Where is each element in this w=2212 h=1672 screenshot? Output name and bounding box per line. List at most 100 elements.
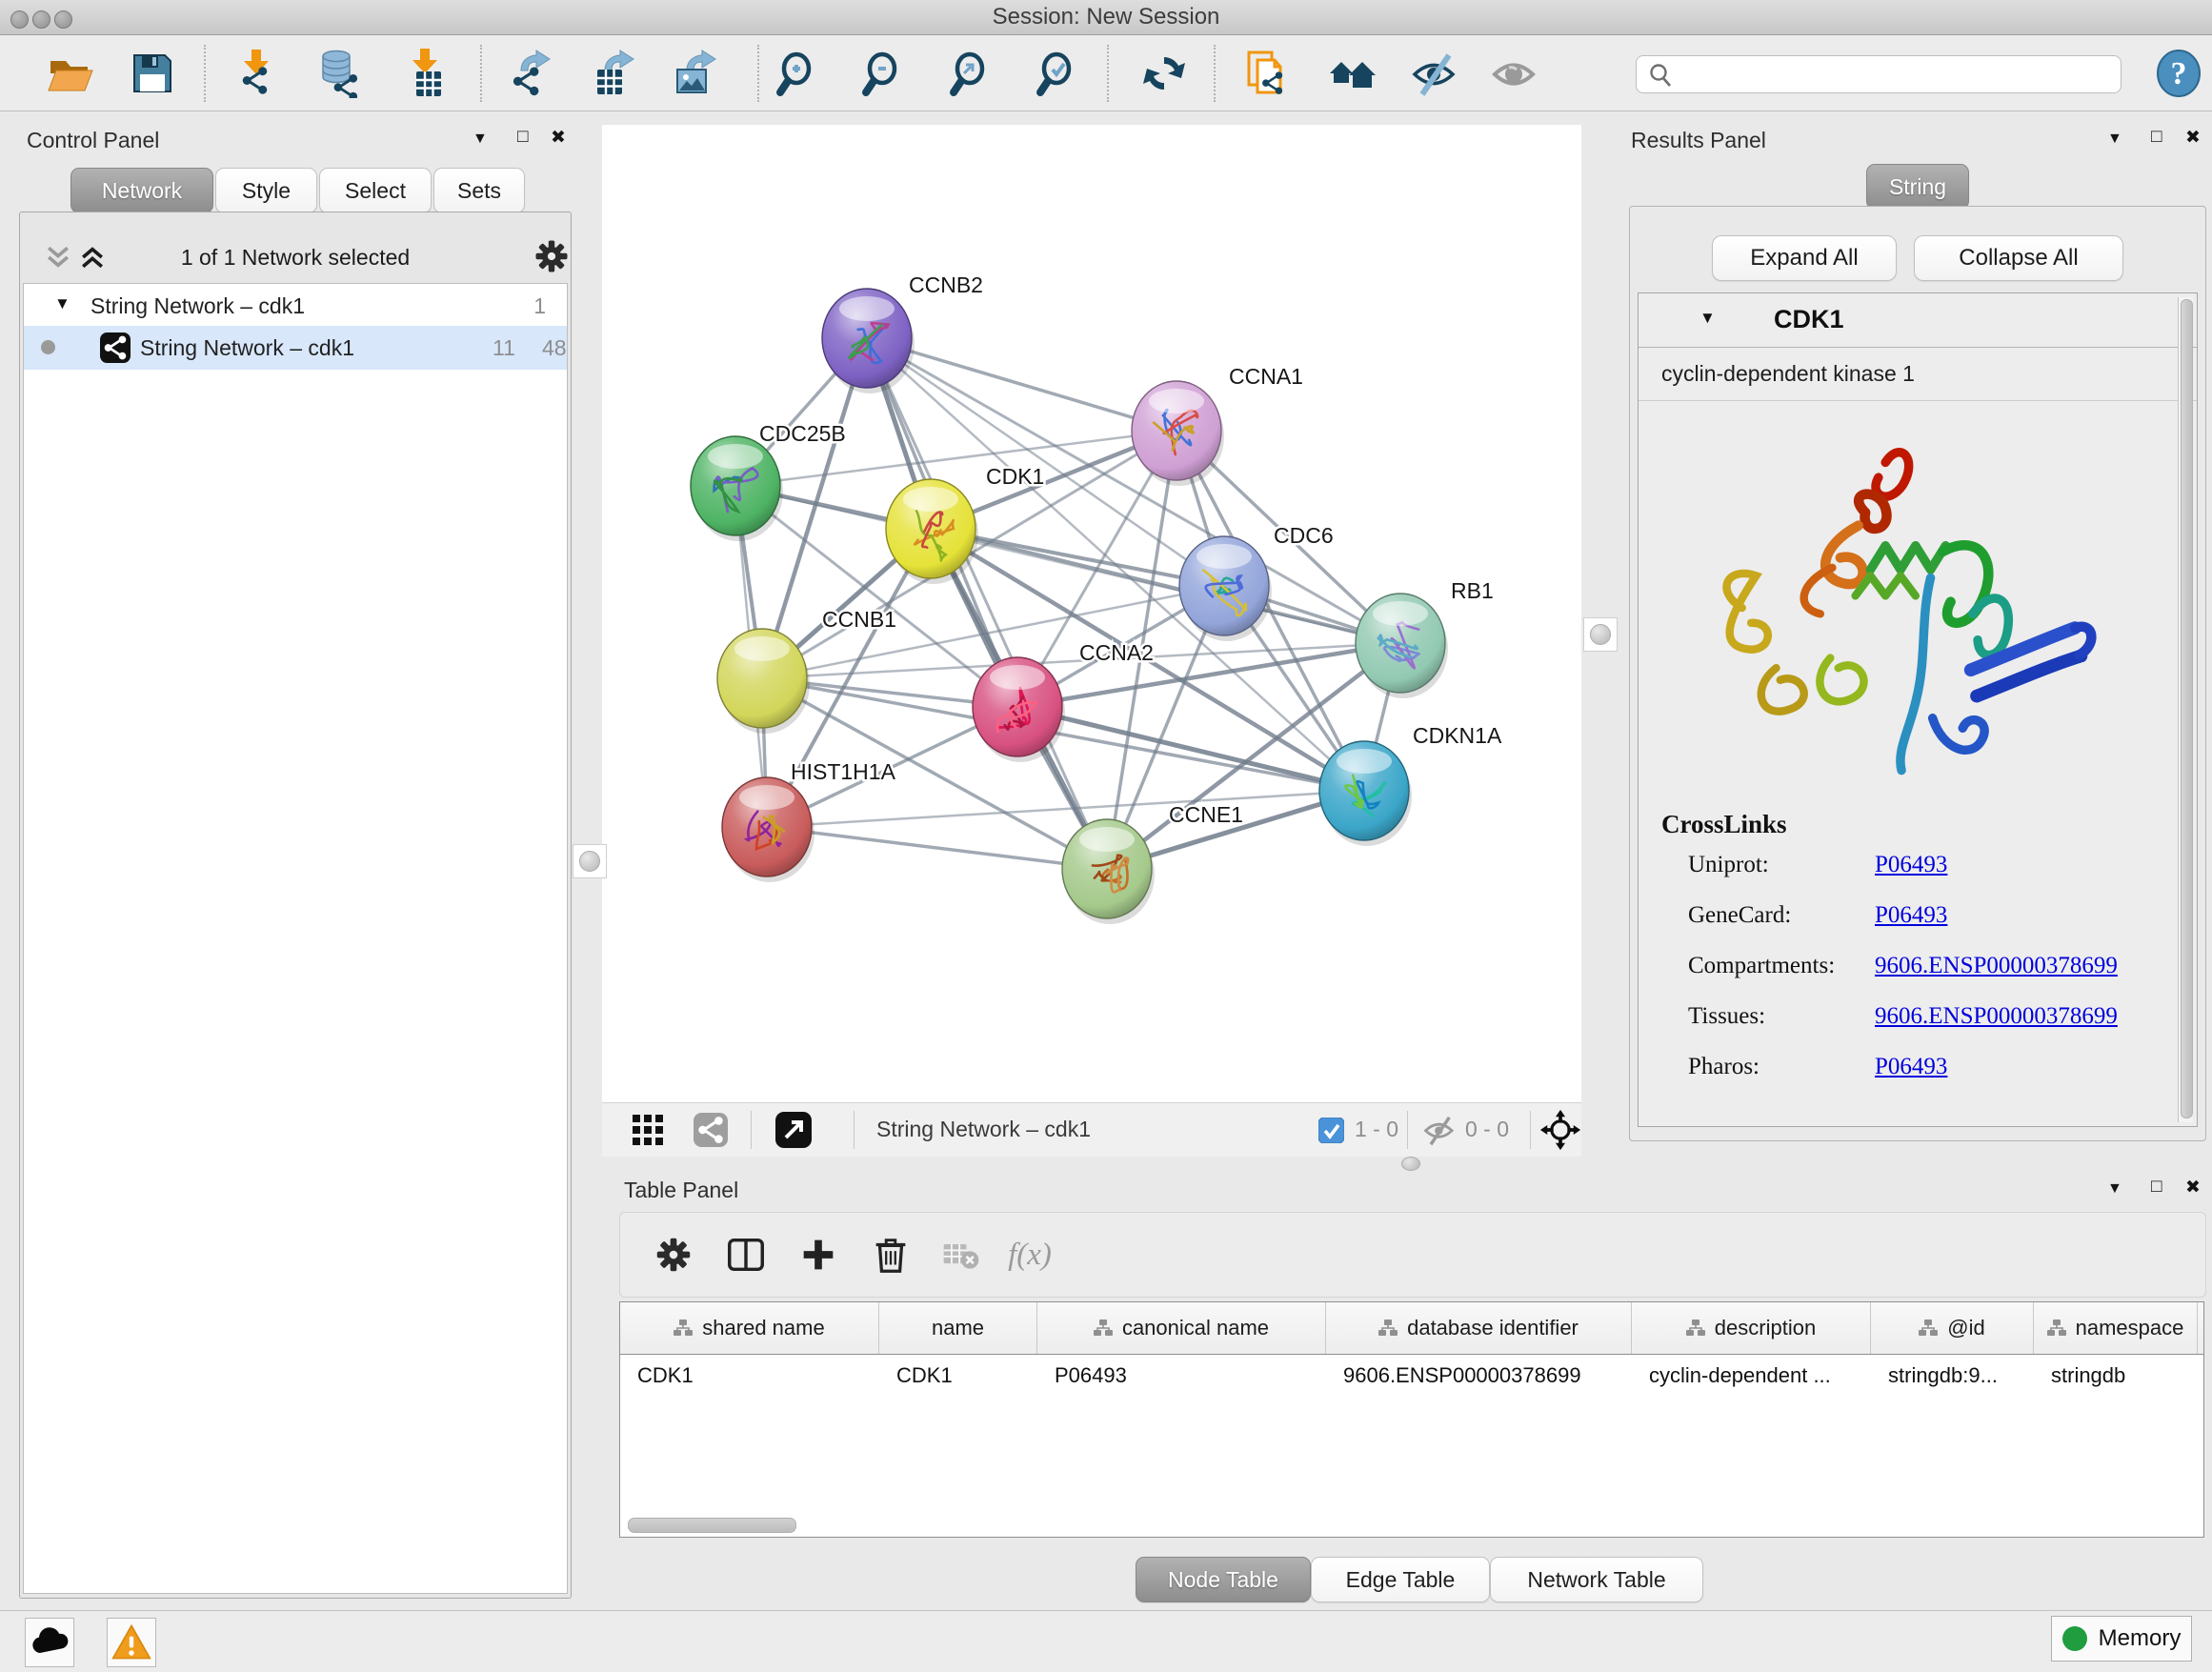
column-header-namespace[interactable]: namespace [2034,1302,2198,1354]
tab-edge-table[interactable]: Edge Table [1311,1557,1490,1602]
export-network-button[interactable] [503,46,558,101]
memory-button[interactable]: Memory [2051,1616,2192,1662]
tab-select[interactable]: Select [319,168,432,213]
zoom-out-button[interactable] [854,46,909,101]
copy-style-button[interactable] [1239,46,1295,101]
table-options-button[interactable] [649,1230,698,1279]
table-panel-menu-icon[interactable]: ▼ [2107,1181,2122,1197]
delete-table-button[interactable] [936,1230,986,1279]
table-cell[interactable]: stringdb [2034,1355,2198,1397]
table-horizontal-scrollbar[interactable] [628,1518,796,1533]
column-header-database-identifier[interactable]: database identifier [1326,1302,1632,1354]
tab-node-table[interactable]: Node Table [1136,1557,1311,1602]
network-view-icon[interactable] [694,1113,728,1147]
collapse-all-button[interactable]: Collapse All [1914,235,2123,281]
tree-expand-arrow-icon[interactable]: ▼ [54,294,70,313]
table-cell[interactable]: P06493 [1037,1355,1326,1397]
table-cell[interactable]: CDK1 [879,1355,1037,1397]
network-row-selected[interactable]: String Network – cdk1 11 48 [24,326,567,370]
main-toolbar: ? [0,35,2212,111]
table-panel-close-icon[interactable]: ✖ [2185,1178,2201,1197]
column-label: database identifier [1407,1316,1579,1340]
horizontal-splitter-handle[interactable] [1401,1157,1420,1171]
crosslink-link[interactable]: 9606.ENSP00000378699 [1875,953,2118,979]
network-options-gear-icon[interactable] [531,235,573,277]
results-scrollbar[interactable] [2178,297,2193,1122]
graph-node-ccnb1[interactable]: CCNB1 [717,607,896,734]
tab-style[interactable]: Style [215,168,317,213]
import-table-from-file-button[interactable] [397,46,452,101]
crosslink-link[interactable]: P06493 [1875,1054,1947,1080]
graph-node-cdkn1a[interactable]: CDKN1A [1319,723,1502,846]
crosslink-link[interactable]: P06493 [1875,852,1947,878]
column-header--id[interactable]: @id [1871,1302,2034,1354]
network-collection-label: String Network – cdk1 [90,293,305,319]
table-cell[interactable]: stringdb:9... [1871,1355,2034,1397]
tab-sets[interactable]: Sets [433,168,525,213]
zoom-selected-button[interactable] [1028,46,1083,101]
selected-checkbox-icon[interactable] [1318,1118,1344,1143]
minimize-window-button[interactable] [32,10,50,29]
fit-crosshair-icon[interactable] [1539,1109,1581,1151]
graph-node-ccnb2[interactable]: CCNB2 [822,272,983,393]
detach-view-icon[interactable] [775,1112,812,1148]
column-header-shared-name[interactable]: shared name [620,1302,879,1354]
network-collection-count: 1 [533,293,546,319]
graph-node-ccne1[interactable]: CCNE1 [1062,802,1243,924]
tab-string[interactable]: String [1866,164,1969,210]
export-image-button[interactable] [667,46,722,101]
zoom-window-button[interactable] [54,10,72,29]
cloud-button[interactable] [25,1618,74,1667]
import-network-from-file-button[interactable] [229,46,284,101]
collapse-entry-arrow-icon[interactable]: ▼ [1699,309,1716,328]
search-input[interactable] [1680,59,2115,90]
refresh-view-button[interactable] [1136,46,1192,101]
export-table-button[interactable] [585,46,640,101]
network-canvas[interactable]: CCNB2CCNA1CDC25BCDK1CDC6RB1CCNB1CCNA2CDK… [602,125,1581,1102]
results-scrollbar-thumb[interactable] [2181,299,2193,1118]
show-all-button[interactable] [1325,46,1380,101]
control-panel-menu-icon[interactable]: ▼ [473,131,488,147]
apply-function-button[interactable]: f(x) [1005,1230,1055,1279]
open-file-button[interactable] [43,46,98,101]
results-panel-close-icon[interactable]: ✖ [2185,129,2201,147]
delete-columns-button[interactable] [866,1230,915,1279]
table-row[interactable]: CDK1CDK1P064939606.ENSP00000378699cyclin… [620,1355,2203,1397]
column-header-name[interactable]: name [879,1302,1037,1354]
tab-network[interactable]: Network [70,168,213,213]
results-panel-menu-icon[interactable]: ▼ [2107,131,2122,147]
help-button[interactable]: ? [2151,46,2206,101]
show-hidden-button[interactable] [1487,46,1542,101]
close-window-button[interactable] [10,10,29,29]
create-column-button[interactable] [794,1230,843,1279]
graph-node-cdc6[interactable]: CDC6 [1179,523,1334,641]
results-panel-float-icon[interactable]: □ [2151,128,2162,146]
hidden-eye-icon[interactable] [1419,1113,1459,1147]
warning-button[interactable] [107,1618,156,1667]
gene-entry-header[interactable]: ▼ CDK1 [1639,293,2197,348]
crosslink-link[interactable]: P06493 [1875,902,1947,929]
crosslink-link[interactable]: 9606.ENSP00000378699 [1875,1003,2118,1030]
control-panel-float-icon[interactable]: □ [517,128,528,146]
table-panel-float-icon[interactable]: □ [2151,1178,2162,1196]
tab-network-table[interactable]: Network Table [1490,1557,1703,1602]
table-cell[interactable]: 9606.ENSP00000378699 [1326,1355,1632,1397]
graph-node-rb1[interactable]: RB1 [1356,578,1494,698]
column-header-description[interactable]: description [1632,1302,1871,1354]
control-panel-close-icon[interactable]: ✖ [551,129,566,147]
table-cell[interactable]: cyclin-dependent ... [1632,1355,1871,1397]
table-cell[interactable]: CDK1 [620,1355,879,1397]
hide-selected-button[interactable] [1407,46,1462,101]
zoom-in-button[interactable] [768,46,823,101]
grid-view-icon[interactable] [631,1113,665,1147]
network-graph[interactable]: CCNB2CCNA1CDC25BCDK1CDC6RB1CCNB1CCNA2CDK… [602,125,1581,1102]
zoom-fit-button[interactable] [941,46,996,101]
column-header-canonical-name[interactable]: canonical name [1037,1302,1326,1354]
save-session-button[interactable] [125,46,180,101]
show-columns-button[interactable] [721,1230,771,1279]
expand-all-button[interactable]: Expand All [1712,235,1897,281]
right-splitter-handle[interactable] [1583,617,1618,652]
left-splitter-handle[interactable] [573,844,607,878]
network-collection-row[interactable]: ▼ String Network – cdk1 1 [24,290,567,324]
import-network-from-database-button[interactable] [312,46,368,101]
